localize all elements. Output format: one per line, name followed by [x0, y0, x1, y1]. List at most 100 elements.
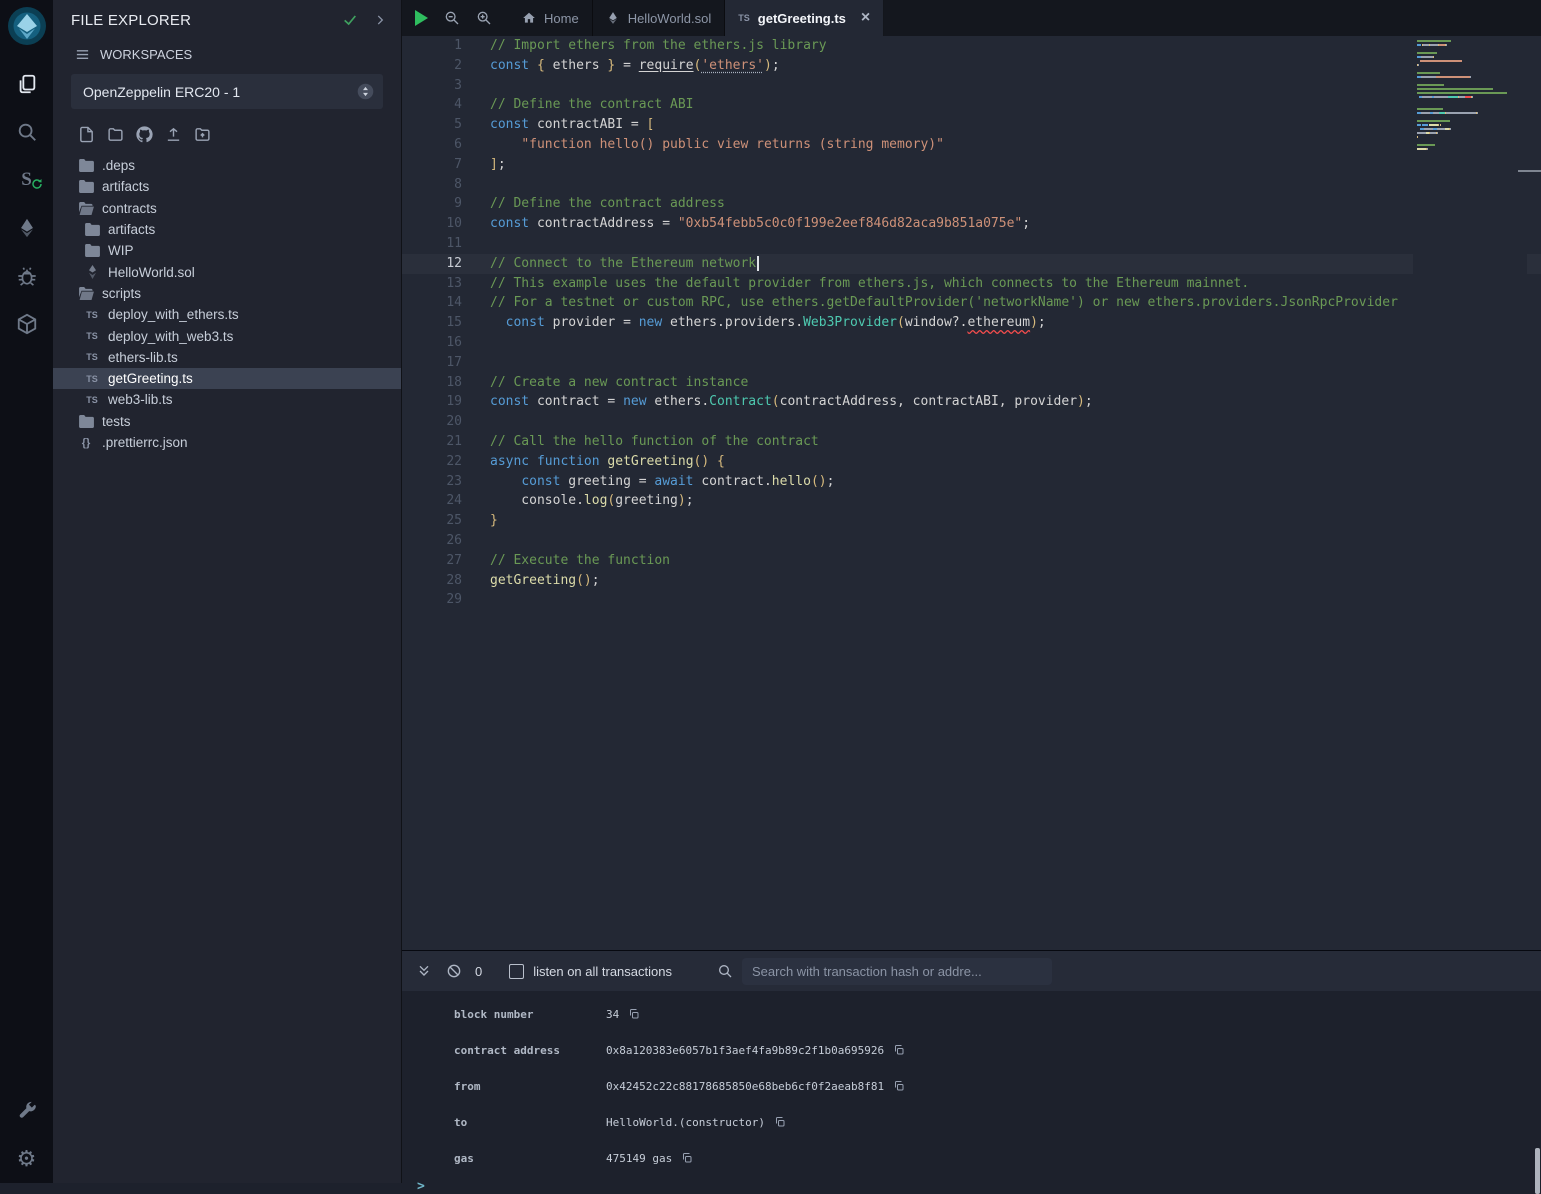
code-line[interactable]: 7]; — [402, 155, 1541, 175]
solidity-compiler-icon[interactable]: S — [0, 156, 53, 204]
clone-github-icon[interactable] — [136, 126, 153, 143]
code-line[interactable]: 1// Import ethers from the ethers.js lib… — [402, 36, 1541, 56]
line-number: 25 — [402, 511, 462, 531]
code-line[interactable]: 3 — [402, 76, 1541, 96]
new-file-icon[interactable] — [78, 126, 95, 143]
tab-Home[interactable]: Home — [509, 0, 593, 36]
deploy-run-icon[interactable] — [0, 204, 53, 252]
file-item-contracts[interactable]: contracts — [53, 198, 401, 219]
ts-icon: TS — [84, 395, 100, 405]
copy-icon[interactable] — [893, 1080, 905, 1092]
code-line[interactable]: 28getGreeting(); — [402, 571, 1541, 591]
code-line[interactable]: 12// Connect to the Ethereum network — [402, 254, 1541, 274]
terminal-scrollbar-thumb[interactable] — [1535, 1148, 1540, 1194]
expand-terminal-icon[interactable] — [416, 963, 432, 979]
tx-detail-label: to — [402, 1116, 606, 1129]
collapse-panel-chevron-icon[interactable] — [373, 13, 387, 27]
copy-icon[interactable] — [681, 1152, 693, 1164]
code-line[interactable]: 14// For a testnet or custom RPC, use et… — [402, 293, 1541, 313]
file-item-getGreeting.ts[interactable]: TS getGreeting.ts — [53, 368, 401, 389]
minimap[interactable] — [1413, 36, 1527, 950]
new-folder-icon[interactable] — [107, 126, 124, 143]
json-icon: {} — [78, 437, 94, 449]
tx-detail-row: from0x42452c22c88178685850e68beb6cf0f2ae… — [402, 1068, 1541, 1104]
editor-scrollbar[interactable] — [1527, 36, 1541, 950]
code-line[interactable]: 8 — [402, 175, 1541, 195]
tab-HelloWorld.sol[interactable]: HelloWorld.sol — [593, 0, 726, 36]
upload-file-icon[interactable] — [165, 126, 182, 143]
code-line[interactable]: 17 — [402, 353, 1541, 373]
code-line[interactable]: 25} — [402, 511, 1541, 531]
file-explorer-icon[interactable] — [0, 60, 53, 108]
code-line[interactable]: 20 — [402, 412, 1541, 432]
code-line[interactable]: 19const contract = new ethers.Contract(c… — [402, 392, 1541, 412]
file-item-WIP[interactable]: WIP — [53, 240, 401, 261]
tx-detail-label: contract address — [402, 1044, 606, 1057]
file-item-ethers-lib.ts[interactable]: TSethers-lib.ts — [53, 347, 401, 368]
hamburger-menu-icon[interactable] — [75, 47, 90, 62]
tx-detail-value: 475149 gas — [606, 1152, 672, 1165]
code-line[interactable]: 27// Execute the function — [402, 551, 1541, 571]
plugins-icon[interactable] — [0, 300, 53, 348]
code-line[interactable]: 6 "function hello() public view returns … — [402, 135, 1541, 155]
workspace-select[interactable]: OpenZeppelin ERC20 - 1 — [71, 74, 383, 109]
line-number: 20 — [402, 412, 462, 432]
file-item-artifacts[interactable]: artifacts — [53, 219, 401, 240]
plugin-manager-icon[interactable] — [0, 1087, 53, 1135]
file-name: .prettierrc.json — [102, 435, 188, 450]
tab-getGreeting.ts[interactable]: TSgetGreeting.ts× — [725, 0, 884, 36]
code-line[interactable]: 15 const provider = new ethers.providers… — [402, 313, 1541, 333]
file-item-HelloWorld.sol[interactable]: HelloWorld.sol — [53, 261, 401, 282]
file-item-tests[interactable]: tests — [53, 411, 401, 432]
debugger-icon[interactable] — [0, 252, 53, 300]
file-item-deploy_with_web3.ts[interactable]: TSdeploy_with_web3.ts — [53, 325, 401, 346]
code-line[interactable]: 2const { ethers } = require('ethers'); — [402, 56, 1541, 76]
code-line[interactable]: 5const contractABI = [ — [402, 115, 1541, 135]
code-line[interactable]: 4// Define the contract ABI — [402, 95, 1541, 115]
file-item-artifacts[interactable]: artifacts — [53, 176, 401, 197]
line-number: 15 — [402, 313, 462, 333]
code-line[interactable]: 24 console.log(greeting); — [402, 491, 1541, 511]
terminal-prompt[interactable]: > — [402, 1179, 1541, 1194]
terminal-toolbar: 0 listen on all transactions — [402, 951, 1541, 991]
file-item-.deps[interactable]: .deps — [53, 155, 401, 176]
file-item-web3-lib.ts[interactable]: TSweb3-lib.ts — [53, 389, 401, 410]
code-line[interactable]: 11 — [402, 234, 1541, 254]
transaction-count: 0 — [475, 964, 482, 979]
code-line[interactable]: 21// Call the hello function of the cont… — [402, 432, 1541, 452]
code-line[interactable]: 16 — [402, 333, 1541, 353]
file-item-.prettierrc.json[interactable]: {} .prettierrc.json — [53, 432, 401, 453]
ts-icon: TS — [84, 331, 100, 341]
close-tab-icon[interactable]: × — [861, 10, 870, 26]
file-name: getGreeting.ts — [108, 371, 193, 386]
line-number: 26 — [402, 531, 462, 551]
zoom-out-icon[interactable] — [444, 10, 460, 26]
code-line[interactable]: 26 — [402, 531, 1541, 551]
code-line[interactable]: 9// Define the contract address — [402, 194, 1541, 214]
code-line[interactable]: 29 — [402, 590, 1541, 610]
file-item-deploy_with_ethers.ts[interactable]: TSdeploy_with_ethers.ts — [53, 304, 401, 325]
code-line[interactable]: 13// This example uses the default provi… — [402, 274, 1541, 294]
run-script-icon[interactable] — [415, 10, 428, 26]
code-editor[interactable]: 1// Import ethers from the ethers.js lib… — [402, 36, 1541, 950]
zoom-in-icon[interactable] — [476, 10, 492, 26]
clear-console-icon[interactable] — [446, 963, 462, 979]
code-line[interactable]: 10const contractAddress = "0xb54febb5c0c… — [402, 214, 1541, 234]
file-item-scripts[interactable]: scripts — [53, 283, 401, 304]
ts-icon: TS — [84, 374, 100, 384]
copy-icon[interactable] — [628, 1008, 640, 1020]
terminal-search-input[interactable] — [742, 958, 1052, 985]
settings-gear-icon[interactable]: ⚙ — [0, 1135, 53, 1183]
line-number: 21 — [402, 432, 462, 452]
listen-transactions-checkbox[interactable] — [509, 964, 524, 979]
copy-icon[interactable] — [893, 1044, 905, 1056]
code-line[interactable]: 22async function getGreeting() { — [402, 452, 1541, 472]
search-icon[interactable] — [0, 108, 53, 156]
upload-folder-icon[interactable] — [194, 126, 211, 143]
file-name: tests — [102, 414, 131, 429]
remix-logo-icon[interactable] — [7, 6, 47, 46]
terminal-content: block number34contract address0x8a120383… — [402, 991, 1541, 1194]
code-line[interactable]: 23 const greeting = await contract.hello… — [402, 472, 1541, 492]
code-line[interactable]: 18// Create a new contract instance — [402, 373, 1541, 393]
copy-icon[interactable] — [774, 1116, 786, 1128]
